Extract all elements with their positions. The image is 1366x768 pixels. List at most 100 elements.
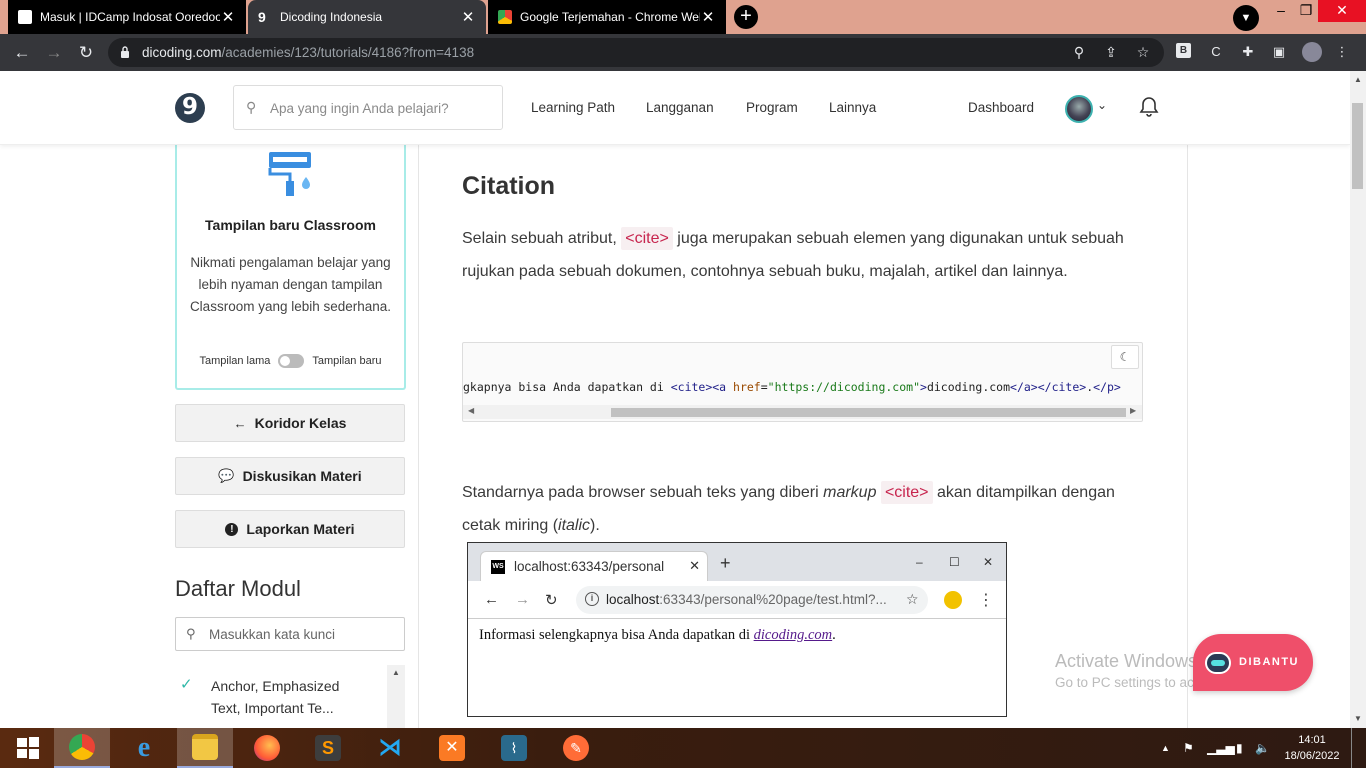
site-search-input[interactable]: ⚲ Apa yang ingin Anda pelajari?: [233, 85, 503, 130]
idcamp-favicon-icon: [18, 10, 32, 24]
chevron-down-icon[interactable]: ⌄: [1097, 98, 1107, 112]
profile-avatar-icon[interactable]: [1302, 42, 1322, 62]
folder-icon: [192, 734, 218, 760]
nav-learning-path[interactable]: Learning Path: [531, 100, 615, 115]
section-heading: Citation: [462, 172, 556, 200]
nav-dashboard[interactable]: Dashboard: [968, 100, 1034, 115]
windows-taskbar: e S ⋊ ✕ ⌇ ✎ ▲ ⚑ ▁▃▅ ▮ 🔈 14:01 18/06/2022: [0, 728, 1366, 768]
taskbar-firefox[interactable]: [239, 728, 295, 768]
volume-icon[interactable]: 🔈: [1255, 728, 1270, 768]
taskbar-file-explorer[interactable]: [177, 728, 233, 768]
code-horizontal-scrollbar[interactable]: ◀ ▶: [463, 405, 1142, 419]
info-icon: i: [585, 592, 599, 606]
dibantu-chat-button[interactable]: DIBANTU: [1193, 634, 1313, 691]
module-search-input[interactable]: ⚲ Masukkan kata kunci: [175, 617, 405, 651]
extensions-puzzle-icon[interactable]: ✚: [1239, 43, 1257, 61]
tab-google-translate[interactable]: Google Terjemahan - Chrome Web Store ✕: [488, 0, 726, 34]
back-arrow-icon[interactable]: ←: [11, 42, 33, 64]
share-icon[interactable]: ⇪: [1102, 43, 1120, 61]
taskbar-xampp[interactable]: ✕: [424, 728, 480, 768]
taskbar-chrome[interactable]: [54, 728, 110, 768]
view-toggle-switch[interactable]: [278, 354, 305, 368]
scroll-up-icon[interactable]: ▲: [392, 668, 400, 677]
extension-c-icon[interactable]: C: [1207, 43, 1225, 61]
scroll-thumb[interactable]: [1352, 103, 1363, 189]
tray-chevron-up-icon[interactable]: ▲: [1161, 728, 1170, 768]
chrome-icon: [69, 734, 95, 760]
postman-icon: ✎: [563, 735, 589, 761]
classroom-description: Nikmati pengalaman belajar yang lebih ny…: [189, 255, 392, 314]
tab-dicoding[interactable]: 9 Dicoding Indonesia ✕: [248, 0, 486, 34]
dicoding-favicon-icon: 9: [258, 9, 266, 25]
close-tab-icon[interactable]: ✕: [700, 8, 716, 26]
tab-idcamp[interactable]: Masuk | IDCamp Indosat Ooredoo ✕: [8, 0, 246, 34]
user-avatar[interactable]: [1065, 95, 1093, 123]
taskbar-vscode[interactable]: ⋊: [362, 728, 418, 768]
taskbar-sublime[interactable]: S: [300, 728, 356, 768]
chrome-menu-icon[interactable]: ⋮: [1333, 43, 1351, 61]
emphasis: markup: [823, 484, 877, 501]
address-bar[interactable]: dicoding.com/academies/123/tutorials/418…: [108, 38, 1164, 67]
show-desktop-button[interactable]: [1351, 728, 1363, 768]
chat-bubble-icon: 💬: [218, 468, 235, 483]
info-circle-icon: !: [225, 522, 239, 536]
forward-arrow-icon[interactable]: →: [43, 42, 65, 64]
example-toolbar: ← → ↻ i localhost:63343/personal%20page/…: [468, 581, 1006, 619]
example-page-body: Informasi selengkapnya bisa Anda dapatka…: [479, 627, 836, 643]
scroll-right-icon[interactable]: ▶: [1130, 406, 1136, 415]
scroll-up-icon[interactable]: ▲: [1353, 75, 1363, 84]
nav-langganan[interactable]: Langganan: [646, 100, 714, 115]
network-status-icon[interactable]: ⚑: [1183, 728, 1194, 768]
clock-date: 18/06/2022: [1284, 750, 1340, 762]
scroll-down-icon[interactable]: ▼: [1353, 714, 1363, 723]
search-placeholder: Apa yang ingin Anda pelajari?: [270, 101, 449, 116]
taskbar-postman[interactable]: ✎: [548, 728, 604, 768]
paragraph-1: Selain sebuah atribut, <cite> juga merup…: [462, 222, 1142, 288]
windows-logo-icon: [17, 737, 39, 759]
nav-program[interactable]: Program: [746, 100, 798, 115]
classroom-title: Tampilan baru Classroom: [205, 217, 376, 233]
reload-icon[interactable]: ↻: [75, 42, 97, 64]
tab-search-chevron-icon[interactable]: ▼: [1233, 5, 1259, 31]
close-tab-icon[interactable]: ✕: [220, 8, 236, 26]
taskbar-clock[interactable]: 14:01 18/06/2022: [1282, 732, 1342, 764]
notification-bell-icon[interactable]: [1139, 96, 1159, 118]
restore-icon[interactable]: ❐: [1291, 0, 1321, 22]
extension-b-icon[interactable]: B: [1176, 43, 1191, 58]
url-text: dicoding.com/academies/123/tutorials/418…: [142, 45, 475, 60]
laporkan-materi-button[interactable]: ! Laporkan Materi: [175, 510, 405, 548]
tab-title: Dicoding Indonesia: [280, 10, 383, 24]
module-list-title: Daftar Modul: [175, 576, 301, 601]
minimize-icon: –: [916, 555, 923, 569]
taskbar-ie[interactable]: e: [116, 728, 172, 768]
mysql-workbench-icon: ⌇: [501, 735, 527, 761]
new-tab-button[interactable]: +: [734, 5, 758, 29]
code-block: ☾ gkapnya bisa Anda dapatkan di <cite><a…: [462, 342, 1143, 422]
taskbar-mysql-workbench[interactable]: ⌇: [486, 728, 542, 768]
dicoding-logo[interactable]: 9: [175, 93, 205, 123]
web-page: 9 ⚲ Apa yang ingin Anda pelajari? Learni…: [0, 71, 1350, 728]
close-window-icon[interactable]: ✕: [1318, 0, 1366, 22]
koridor-kelas-button[interactable]: ← Koridor Kelas: [175, 404, 405, 442]
arrow-left-icon: ←: [233, 415, 247, 431]
browser-tab-strip: Masuk | IDCamp Indosat Ooredoo ✕ 9 Dicod…: [0, 0, 1366, 34]
scroll-thumb[interactable]: [611, 408, 1126, 417]
wifi-signal-icon[interactable]: ▁▃▅: [1207, 728, 1235, 768]
close-icon: ✕: [983, 555, 994, 569]
screen: { "browser": { "tabs": [ {"title": "Masu…: [0, 0, 1366, 768]
zoom-icon[interactable]: ⚲: [1070, 43, 1088, 61]
button-label: Diskusikan Materi: [242, 468, 362, 484]
bookmark-star-icon[interactable]: ☆: [1134, 43, 1152, 61]
page-scrollbar[interactable]: ▲ ▼: [1350, 71, 1366, 728]
diskusikan-materi-button[interactable]: 💬 Diskusikan Materi: [175, 457, 405, 495]
close-tab-icon[interactable]: ✕: [460, 8, 476, 26]
clock-time: 14:01: [1298, 734, 1326, 746]
side-panel-icon[interactable]: ▣: [1270, 43, 1288, 61]
scroll-left-icon[interactable]: ◀: [468, 406, 474, 415]
battery-icon[interactable]: ▮: [1236, 728, 1243, 768]
nav-lainnya[interactable]: Lainnya: [829, 100, 876, 115]
start-button[interactable]: [0, 728, 56, 768]
dark-mode-moon-icon[interactable]: ☾: [1111, 345, 1139, 369]
vscode-icon: ⋊: [378, 734, 402, 761]
module-list-scrollbar[interactable]: ▲: [387, 665, 405, 728]
